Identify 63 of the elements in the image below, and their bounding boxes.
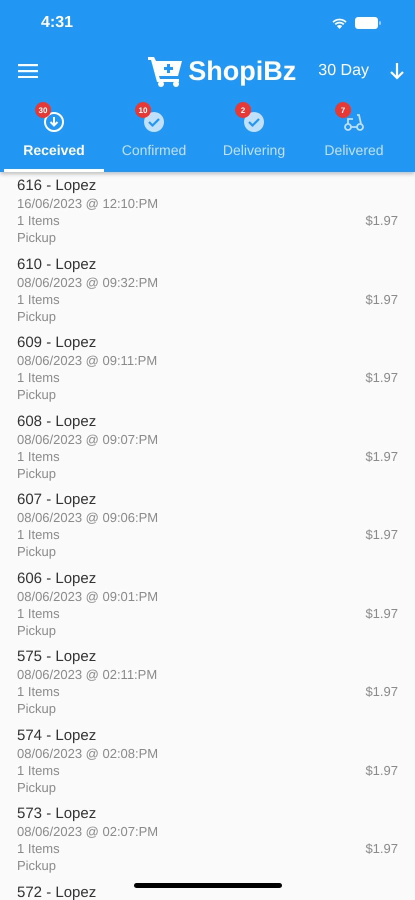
count-badge: 2: [235, 102, 251, 118]
order-total: $1.97: [365, 683, 398, 700]
item-count: 1 Items: [17, 604, 60, 622]
battery-icon: [355, 16, 381, 28]
order-total: $1.97: [365, 840, 398, 858]
item-count: 1 Items: [17, 290, 60, 308]
count-badge: 10: [135, 102, 151, 118]
order-title[interactable]: 574 - Lopez: [17, 726, 398, 744]
order-type: Pickup: [17, 464, 58, 482]
order-type: Pickup: [17, 386, 58, 404]
item-count: 1 Items: [17, 448, 60, 465]
order-title[interactable]: 575 - Lopez: [17, 647, 398, 666]
order-status-tab[interactable]: 10 Confirmed: [104, 97, 204, 172]
app-logo: ShopiBz: [188, 56, 296, 86]
order-type: Pickup: [17, 229, 58, 247]
order-total: $1.97: [365, 369, 398, 386]
order-title[interactable]: 616 - Lopez: [17, 176, 398, 195]
order-type: Pickup: [17, 543, 58, 561]
order-date: 08/06/2023 @ 09:06:PM: [17, 509, 160, 526]
order-status-tab[interactable]: 30 Received: [4, 97, 104, 172]
item-count: 1 Items: [17, 369, 60, 386]
order-date: 08/06/2023 @ 09:32:PM: [17, 274, 160, 291]
count-badge: 30: [35, 102, 51, 118]
order-type: Pickup: [17, 857, 58, 875]
order-status-tab[interactable]: 2 Delivering: [204, 97, 304, 172]
order-date: 08/06/2023 @ 09:07:PM: [17, 430, 160, 448]
order-date: 08/06/2023 @ 02:08:PM: [17, 744, 160, 762]
item-count: 1 Items: [17, 762, 60, 779]
order-title[interactable]: 606 - Lopez: [17, 568, 398, 588]
wifi-icon: [331, 16, 348, 28]
order-total: $1.97: [365, 290, 398, 308]
scooter-icon: [343, 111, 365, 133]
cart-icon: [148, 55, 184, 87]
order-title[interactable]: 607 - Lopez: [17, 490, 398, 509]
order-status-tab[interactable]: 7 Delivered: [304, 97, 404, 172]
item-count: 1 Items: [17, 683, 60, 700]
check-circle-icon: [243, 111, 265, 133]
order-title[interactable]: 608 - Lopez: [17, 412, 398, 430]
menu-icon[interactable]: [18, 64, 38, 78]
order-title[interactable]: 573 - Lopez: [17, 804, 398, 823]
order-type: Pickup: [17, 700, 58, 718]
order-total: $1.97: [365, 212, 398, 230]
order-date: 08/06/2023 @ 02:07:PM: [17, 823, 160, 840]
order-total: $1.97: [365, 604, 398, 622]
order-date: 08/06/2023 @ 09:11:PM: [17, 352, 158, 370]
order-title[interactable]: 572 - Lopez: [17, 882, 398, 900]
sort-arrow-icon[interactable]: [389, 62, 405, 80]
item-count: 1 Items: [17, 526, 60, 544]
order-total: $1.97: [365, 448, 398, 465]
order-date: 08/06/2023 @ 02:11:PM: [17, 666, 158, 684]
status-time: 4:31: [41, 14, 74, 32]
order-total: $1.97: [365, 762, 398, 779]
order-title[interactable]: 609 - Lopez: [17, 333, 398, 352]
item-count: 1 Items: [17, 212, 60, 230]
order-type: Pickup: [17, 308, 58, 326]
order-date: 08/06/2023 @ 09:01:PM: [17, 588, 160, 605]
order-date: 16/06/2023 @ 12:10:PM: [17, 195, 160, 212]
order-total: $1.97: [365, 526, 398, 544]
item-count: 1 Items: [17, 840, 60, 858]
order-type: Pickup: [17, 778, 58, 796]
order-title[interactable]: 610 - Lopez: [17, 254, 398, 274]
count-badge: 7: [335, 102, 351, 118]
order-type: Pickup: [17, 622, 58, 640]
